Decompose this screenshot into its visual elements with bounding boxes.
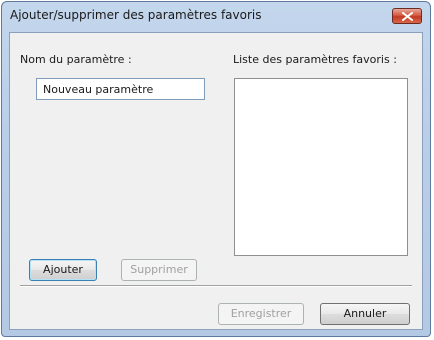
dialog-window: Ajouter/supprimer des paramètres favoris… (1, 1, 431, 337)
remove-button[interactable]: Supprimer (121, 259, 197, 281)
close-button[interactable] (392, 8, 422, 24)
title-bar[interactable]: Ajouter/supprimer des paramètres favoris (2, 2, 430, 30)
separator (20, 285, 412, 287)
cancel-button[interactable]: Annuler (320, 303, 410, 325)
dialog-title: Ajouter/supprimer des paramètres favoris (10, 8, 262, 22)
name-label: Nom du paramètre : (20, 53, 132, 66)
setting-name-input[interactable] (36, 78, 205, 100)
save-button[interactable]: Enregistrer (218, 303, 304, 325)
add-button[interactable]: Ajouter (29, 259, 97, 281)
close-icon (402, 12, 413, 21)
favorites-list-label: Liste des paramètres favoris : (233, 53, 397, 66)
dialog-body: Nom du paramètre : Liste des paramètres … (9, 32, 423, 330)
favorites-list[interactable] (234, 78, 408, 256)
